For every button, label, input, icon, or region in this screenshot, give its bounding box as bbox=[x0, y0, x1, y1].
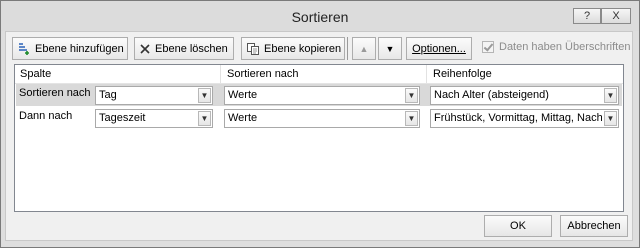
move-up-button[interactable]: ▲ bbox=[352, 37, 376, 60]
has-headers-label: Daten haben Überschriften bbox=[499, 41, 631, 53]
order-select[interactable]: Nach Alter (absteigend) ▼ bbox=[430, 86, 619, 105]
chevron-down-icon[interactable]: ▼ bbox=[198, 111, 211, 126]
copy-level-button[interactable]: Ebene kopieren bbox=[241, 37, 345, 60]
copy-level-label: Ebene kopieren bbox=[264, 42, 342, 55]
chevron-down-icon[interactable]: ▼ bbox=[405, 111, 418, 126]
has-headers-option[interactable]: Daten haben Überschriften bbox=[482, 41, 630, 53]
column-select[interactable]: Tageszeit ▼ bbox=[95, 109, 213, 128]
order-select-value: Frühstück, Vormittag, Mittag, Nachmittag bbox=[434, 112, 602, 124]
order-select[interactable]: Frühstück, Vormittag, Mittag, Nachmittag… bbox=[430, 109, 619, 128]
header-order: Reihenfolge bbox=[433, 68, 492, 80]
sort-on-select[interactable]: Werte ▼ bbox=[224, 109, 420, 128]
up-arrow-icon: ▲ bbox=[359, 43, 369, 54]
add-level-icon bbox=[17, 41, 31, 57]
sort-levels-grid: Spalte Sortieren nach Reihenfolge Sortie… bbox=[14, 64, 624, 212]
down-arrow-icon: ▼ bbox=[385, 43, 395, 54]
add-level-label: Ebene hinzufügen bbox=[35, 42, 124, 55]
header-sort-on: Sortieren nach bbox=[227, 68, 299, 80]
help-button[interactable]: ? bbox=[573, 8, 601, 24]
dialog-content: Ebene hinzufügen Ebene löschen Ebene kop… bbox=[5, 31, 633, 241]
chevron-down-icon[interactable]: ▼ bbox=[405, 88, 418, 103]
delete-level-label: Ebene löschen bbox=[155, 42, 228, 55]
chevron-down-icon[interactable]: ▼ bbox=[198, 88, 211, 103]
has-headers-checkbox[interactable] bbox=[482, 41, 494, 53]
sort-on-select-value: Werte bbox=[228, 89, 258, 101]
move-down-button[interactable]: ▼ bbox=[378, 37, 402, 60]
column-select-value: Tageszeit bbox=[99, 112, 146, 124]
options-label: Optionen... bbox=[412, 42, 466, 55]
column-select[interactable]: Tag ▼ bbox=[95, 86, 213, 105]
sort-on-select-value: Werte bbox=[228, 112, 258, 124]
row-label-then-by: Dann nach bbox=[19, 110, 73, 122]
order-select-value: Nach Alter (absteigend) bbox=[434, 89, 549, 101]
header-column: Spalte bbox=[20, 68, 52, 80]
chevron-down-icon[interactable]: ▼ bbox=[604, 88, 617, 103]
add-level-button[interactable]: Ebene hinzufügen bbox=[12, 37, 128, 60]
dialog-title: Sortieren bbox=[291, 9, 349, 25]
column-select-value: Tag bbox=[99, 89, 117, 101]
sort-dialog: Sortieren ? X Ebene hinzufügen Ebene lös… bbox=[0, 0, 640, 248]
toolbar-separator bbox=[347, 37, 348, 60]
column-divider bbox=[426, 65, 427, 83]
ok-button[interactable]: OK bbox=[484, 215, 552, 237]
title-bar: Sortieren ? X bbox=[1, 1, 639, 31]
cancel-button[interactable]: Abbrechen bbox=[560, 215, 628, 237]
column-divider bbox=[220, 65, 221, 83]
delete-icon bbox=[139, 41, 151, 57]
sort-on-select[interactable]: Werte ▼ bbox=[224, 86, 420, 105]
delete-level-button[interactable]: Ebene löschen bbox=[134, 37, 234, 60]
options-button[interactable]: Optionen... bbox=[406, 37, 472, 60]
chevron-down-icon[interactable]: ▼ bbox=[604, 111, 617, 126]
row-label-sort-by: Sortieren nach bbox=[19, 87, 91, 99]
copy-icon bbox=[246, 41, 260, 57]
close-button[interactable]: X bbox=[601, 8, 631, 24]
